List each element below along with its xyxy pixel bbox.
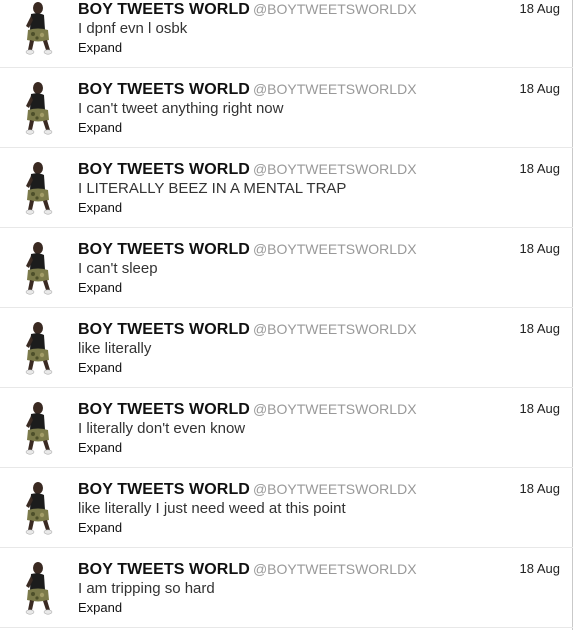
expand-link[interactable]: Expand: [78, 519, 122, 537]
tweet-item[interactable]: BOY TWEETS WORLD @BOYTWEETSWORLDX 18 Aug …: [0, 468, 573, 548]
tweet-item[interactable]: BOY TWEETS WORLD @BOYTWEETSWORLDX 18 Aug …: [0, 388, 573, 468]
tweet-header: BOY TWEETS WORLD @BOYTWEETSWORLDX: [78, 159, 417, 180]
tweet-header: BOY TWEETS WORLD @BOYTWEETSWORLDX: [78, 399, 417, 420]
display-name[interactable]: BOY TWEETS WORLD: [78, 161, 250, 178]
crouching-person-icon: [25, 82, 53, 135]
tweet-text: I am tripping so hard: [78, 580, 215, 597]
display-name[interactable]: BOY TWEETS WORLD: [78, 561, 250, 578]
tweet-timestamp[interactable]: 18 Aug: [520, 240, 561, 258]
tweet-header: BOY TWEETS WORLD @BOYTWEETSWORLDX: [78, 319, 417, 340]
expand-link[interactable]: Expand: [78, 359, 122, 377]
tweet-text: I dpnf evn l osbk: [78, 20, 188, 37]
tweet-item[interactable]: BOY TWEETS WORLD @BOYTWEETSWORLDX 18 Aug …: [0, 68, 573, 148]
username-handle[interactable]: @BOYTWEETSWORLDX: [253, 321, 417, 337]
avatar[interactable]: [18, 560, 58, 616]
username-handle[interactable]: @BOYTWEETSWORLDX: [253, 481, 417, 497]
tweet-item[interactable]: BOY TWEETS WORLD @BOYTWEETSWORLDX 18 Aug …: [0, 148, 573, 228]
crouching-person-icon: [25, 162, 53, 215]
tweet-timestamp[interactable]: 18 Aug: [520, 400, 561, 418]
tweet-text: I can't tweet anything right now: [78, 100, 284, 117]
tweet-text: I LITERALLY BEEZ IN A MENTAL TRAP: [78, 180, 347, 197]
expand-link[interactable]: Expand: [78, 279, 122, 297]
tweet-text: like literally I just need weed at this …: [78, 500, 346, 517]
tweet-header: BOY TWEETS WORLD @BOYTWEETSWORLDX: [78, 559, 417, 580]
tweet-item[interactable]: BOY TWEETS WORLD @BOYTWEETSWORLDX 18 Aug …: [0, 548, 573, 628]
expand-link[interactable]: Expand: [78, 39, 122, 57]
expand-link[interactable]: Expand: [78, 119, 122, 137]
username-handle[interactable]: @BOYTWEETSWORLDX: [253, 561, 417, 577]
expand-link[interactable]: Expand: [78, 439, 122, 457]
avatar[interactable]: [18, 320, 58, 376]
tweet-item[interactable]: BOY TWEETS WORLD @BOYTWEETSWORLDX 18 Aug …: [0, 228, 573, 308]
tweet-header: BOY TWEETS WORLD @BOYTWEETSWORLDX: [78, 239, 417, 260]
expand-link[interactable]: Expand: [78, 199, 122, 217]
tweet-item[interactable]: BOY TWEETS WORLD @BOYTWEETSWORLDX 18 Aug …: [0, 308, 573, 388]
tweet-header: BOY TWEETS WORLD @BOYTWEETSWORLDX: [78, 0, 417, 20]
username-handle[interactable]: @BOYTWEETSWORLDX: [253, 401, 417, 417]
tweet-item[interactable]: BOY TWEETS WORLD @BOYTWEETSWORLDX 18 Aug …: [0, 0, 573, 68]
tweet-timestamp[interactable]: 18 Aug: [520, 0, 561, 18]
username-handle[interactable]: @BOYTWEETSWORLDX: [253, 241, 417, 257]
crouching-person-icon: [25, 562, 53, 615]
tweet-timestamp[interactable]: 18 Aug: [520, 160, 561, 178]
crouching-person-icon: [25, 482, 53, 535]
crouching-person-icon: [25, 2, 53, 55]
tweet-timeline: BOY TWEETS WORLD @BOYTWEETSWORLDX 18 Aug …: [0, 0, 573, 628]
display-name[interactable]: BOY TWEETS WORLD: [78, 241, 250, 258]
username-handle[interactable]: @BOYTWEETSWORLDX: [253, 81, 417, 97]
display-name[interactable]: BOY TWEETS WORLD: [78, 321, 250, 338]
display-name[interactable]: BOY TWEETS WORLD: [78, 1, 250, 18]
crouching-person-icon: [25, 322, 53, 375]
tweet-text: like literally: [78, 340, 152, 357]
avatar[interactable]: [18, 160, 58, 216]
tweet-timestamp[interactable]: 18 Aug: [520, 560, 561, 578]
crouching-person-icon: [25, 402, 53, 455]
avatar[interactable]: [18, 80, 58, 136]
tweet-header: BOY TWEETS WORLD @BOYTWEETSWORLDX: [78, 79, 417, 100]
avatar[interactable]: [18, 240, 58, 296]
expand-link[interactable]: Expand: [78, 599, 122, 617]
username-handle[interactable]: @BOYTWEETSWORLDX: [253, 1, 417, 17]
avatar[interactable]: [18, 0, 58, 56]
tweet-timestamp[interactable]: 18 Aug: [520, 320, 561, 338]
tweet-header: BOY TWEETS WORLD @BOYTWEETSWORLDX: [78, 479, 417, 500]
display-name[interactable]: BOY TWEETS WORLD: [78, 481, 250, 498]
display-name[interactable]: BOY TWEETS WORLD: [78, 401, 250, 418]
tweet-text: I can't sleep: [78, 260, 158, 277]
crouching-person-icon: [25, 242, 53, 295]
tweet-text: I literally don't even know: [78, 420, 246, 437]
tweet-timestamp[interactable]: 18 Aug: [520, 480, 561, 498]
avatar[interactable]: [18, 400, 58, 456]
username-handle[interactable]: @BOYTWEETSWORLDX: [253, 161, 417, 177]
display-name[interactable]: BOY TWEETS WORLD: [78, 81, 250, 98]
tweet-timestamp[interactable]: 18 Aug: [520, 80, 561, 98]
avatar[interactable]: [18, 480, 58, 536]
